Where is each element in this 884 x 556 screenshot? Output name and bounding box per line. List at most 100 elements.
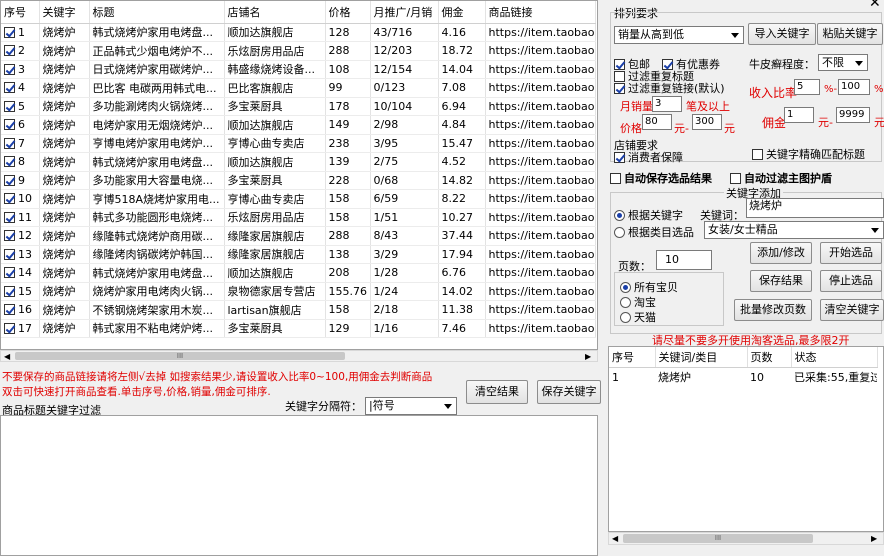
tmall-radio[interactable]: 天猫 [620,309,656,325]
by-category-radio[interactable]: 根据类目选品 [614,224,694,240]
table-row[interactable]: 1 烧烤炉 韩式烧烤炉家用电烤盘... 顺加达旗舰店 128 43/716 4.16 http… [1,23,596,42]
income-max-input[interactable]: 100 [838,79,870,95]
close-icon[interactable]: ✕ [869,0,881,11]
col-header-sales[interactable]: 月推广/月销 [370,1,439,24]
kw-col-index[interactable]: 序号 [609,347,656,368]
radio-icon[interactable] [620,312,631,323]
save-keywords-button[interactable]: 保存关键字 [537,380,601,404]
col-header-shop[interactable]: 店铺名 [224,1,326,24]
table-row[interactable]: 6 烧烤炉 电烤炉家用无烟烧烤炉... 顺加达旗舰店 149 2/98 4.84 https:… [1,115,596,135]
row-checkbox-icon[interactable] [4,45,15,57]
radio-icon[interactable] [620,282,631,293]
row-checkbox-icon[interactable] [4,156,15,168]
price-min-input[interactable]: 80 [642,114,672,130]
table-row[interactable]: 4 烧烤炉 巴比客 电碳两用韩式电... 巴比客旗舰店 99 0/123 7.08 https… [1,78,596,98]
batch-pages-button[interactable]: 批量修改页数 [734,299,812,321]
row-checkbox-icon[interactable] [4,322,15,334]
all-items-radio[interactable]: 所有宝贝 [620,279,678,295]
pages-input[interactable]: 10 [656,250,712,270]
clear-results-button[interactable]: 清空结果 [466,380,528,404]
checkbox-icon[interactable] [614,83,625,94]
table-row[interactable]: 5 烧烤炉 多功能涮烤肉火锅烧烤... 多宝莱厨具 178 10/104 6.94 https… [1,97,596,116]
import-keywords-button[interactable]: 导入关键字 [748,23,816,45]
by-keyword-radio[interactable]: 根据关键字 [614,207,683,223]
radio-icon[interactable] [614,227,625,238]
stop-select-button[interactable]: 停止选品 [820,270,882,292]
checkbox-icon[interactable] [752,149,763,160]
income-min-input[interactable]: 5 [794,79,820,95]
auto-filter-checkbox[interactable]: 自动过滤主图护盾 [730,170,832,186]
row-checkbox-icon[interactable] [4,119,15,131]
col-header-commission[interactable]: 佣金 [438,1,486,24]
table-row[interactable]: 8 烧烤炉 韩式烧烤炉家用电烤盘... 顺加达旗舰店 139 2/75 4.52 https:… [1,152,596,172]
checkbox-icon[interactable] [610,173,621,184]
row-checkbox-icon[interactable] [4,211,15,223]
row-checkbox-icon[interactable] [4,82,15,94]
table-row[interactable]: 17 烧烤炉 韩式家用不粘电烤炉烤... 多宝莱厨具 129 1/16 7.46 https:… [1,319,596,338]
kw-scroll-thumb[interactable]: III [623,534,813,543]
sort-select[interactable]: 销量从高到低 [614,26,744,44]
auto-save-checkbox[interactable]: 自动保存选品结果 [610,170,712,186]
kw-horizontal-scrollbar[interactable]: ◀ III ▶ [608,532,884,545]
title-filter-textarea[interactable] [0,415,598,556]
kw-col-status[interactable]: 状态 [791,347,878,368]
start-select-button[interactable]: 开始选品 [820,242,882,264]
row-checkbox-icon[interactable] [4,230,15,242]
row-checkbox-icon[interactable] [4,267,15,279]
scroll-right-arrow-icon[interactable]: ▶ [585,352,591,361]
radio-icon[interactable] [620,297,631,308]
commission-max-input[interactable]: 9999 [836,107,870,123]
scroll-thumb[interactable]: III [15,352,345,360]
checkbox-icon[interactable] [614,152,625,163]
kw-scroll-left-icon[interactable]: ◀ [612,534,618,543]
row-checkbox-icon[interactable] [4,26,15,38]
col-header-link[interactable]: 商品链接 [485,1,596,24]
save-results-button[interactable]: 保存结果 [750,270,812,292]
row-checkbox-icon[interactable] [4,193,15,205]
col-header-title[interactable]: 标题 [89,1,225,24]
table-row[interactable]: 9 烧烤炉 多功能家用大容量电烧... 多宝莱厨具 228 0/68 14.82 https:… [1,171,596,190]
commission-min-input[interactable]: 1 [784,107,814,123]
table-row[interactable]: 3 烧烤炉 日式烧烤炉家用碳烤炉... 韩盛缘烧烤设备... 108 12/154 14.0… [1,60,596,79]
table-row[interactable]: 14 烧烤炉 韩式烧烤炉家用电烤盘... 顺加达旗舰店 208 1/28 6.76 https… [1,263,596,283]
price-max-input[interactable]: 300 [692,114,722,130]
row-checkbox-icon[interactable] [4,137,15,149]
table-row[interactable]: 10 烧烤炉 亨博518A烧烤炉家用电... 亨博心曲专卖店 158 6/59 8.22 ht… [1,189,596,209]
grid-vertical-scrollbar[interactable] [598,0,606,350]
paste-keywords-button[interactable]: 粘贴关键字 [817,23,883,45]
radio-icon[interactable] [614,210,625,221]
row-checkbox-icon[interactable] [4,100,15,112]
separator-select[interactable]: |符号 [365,397,457,415]
row-checkbox-icon[interactable] [4,63,15,75]
grid-horizontal-scrollbar[interactable]: ◀ III ▶ [0,350,598,362]
table-row[interactable]: 11 烧烤炉 韩式多功能圆形电烧烤... 乐炫厨房用品店 158 1/51 10.27 htt… [1,208,596,227]
table-row[interactable]: 12 烧烤炉 缘隆韩式烧烤炉商用碳... 缘隆家居旗舰店 288 8/43 37.44 htt… [1,226,596,246]
table-row[interactable]: 2 烧烤炉 正品韩式少烟电烤炉不... 乐炫厨房用品店 288 12/203 18.72 ht… [1,41,596,61]
taobao-radio[interactable]: 淘宝 [620,294,656,310]
add-modify-button[interactable]: 添加/修改 [750,242,812,264]
scroll-left-arrow-icon[interactable]: ◀ [4,352,10,361]
monthly-sales-input[interactable]: 3 [652,96,682,112]
kw-table-row[interactable]: 1 烧烤炉 10 已采集:55,重复过滤 [609,367,877,387]
table-row[interactable]: 13 烧烤炉 缘隆烤肉锅碳烤炉韩国... 缘隆家居旗舰店 138 3/29 17.94 htt… [1,245,596,264]
row-checkbox-icon[interactable] [4,174,15,186]
kw-scroll-right-icon[interactable]: ▶ [871,534,877,543]
table-row[interactable]: 16 烧烤炉 不锈钢烧烤架家用木炭... lartisan旗舰店 158 2/18 11.3… [1,300,596,320]
row-checkbox-icon[interactable] [4,285,15,297]
clear-keywords-button[interactable]: 清空关键字 [820,299,884,321]
keyword-input[interactable]: 烧烤炉 [746,198,884,218]
row-checkbox-icon[interactable] [4,304,15,316]
row-checkbox-icon[interactable] [4,248,15,260]
kw-col-keyword[interactable]: 关键词/类目 [655,347,748,368]
psoriasis-select[interactable]: 不限 [818,54,868,71]
table-row[interactable]: 7 烧烤炉 亨博电烤炉家用电烤炉... 亨博心曲专卖店 238 3/95 15.47 http… [1,134,596,153]
col-header-index[interactable]: 序号 [1,1,40,24]
consumer-guarantee-checkbox[interactable]: 消费者保障 [614,149,683,165]
dedupe-link-checkbox[interactable]: 过滤重复链接(默认) [614,80,725,96]
col-header-keyword[interactable]: 关键字 [39,1,90,24]
kw-col-pages[interactable]: 页数 [747,347,792,368]
exact-match-checkbox[interactable]: 关键字精确匹配标题 [752,146,865,162]
col-header-price[interactable]: 价格 [325,1,371,24]
checkbox-icon[interactable] [730,173,741,184]
table-row[interactable]: 15 烧烤炉 烧烤炉家用电烤肉火锅... 泉物德家居专营店 155.76 1/24 14.0… [1,282,596,301]
